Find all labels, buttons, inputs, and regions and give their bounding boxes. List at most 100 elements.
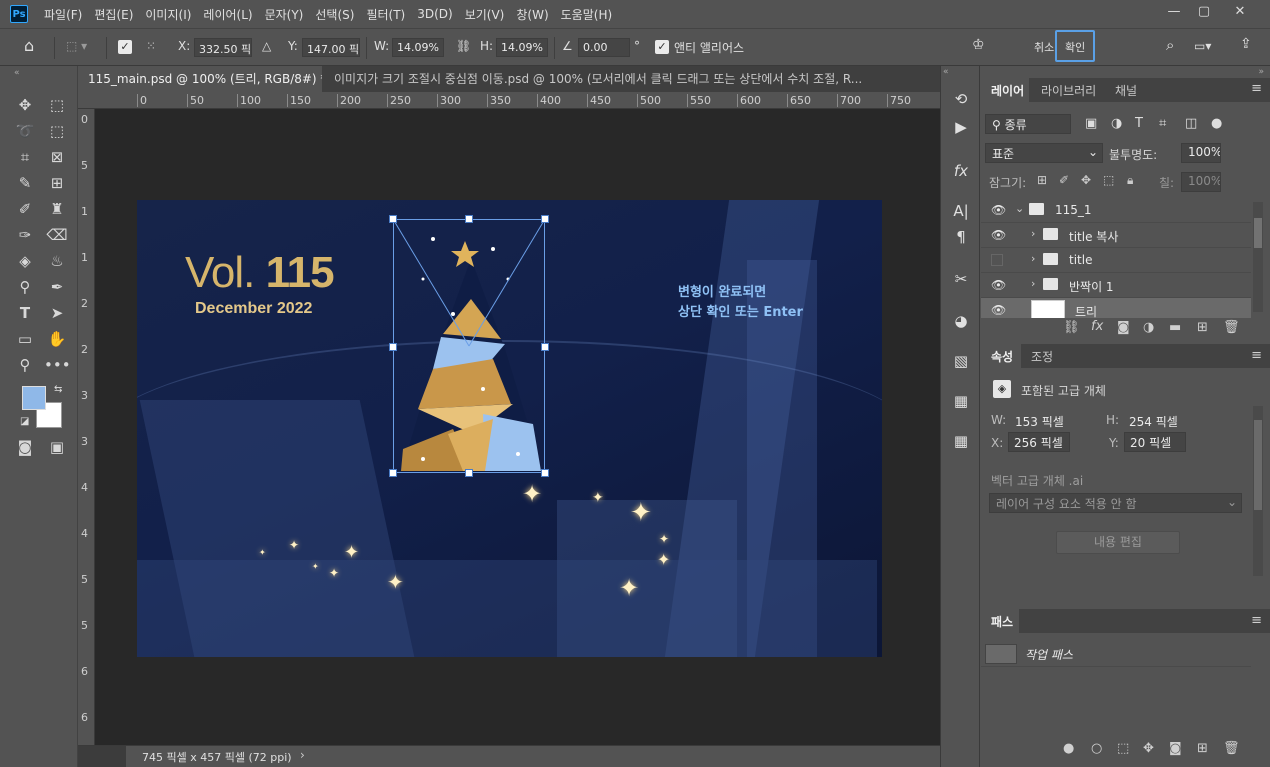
fill-input[interactable]: 100% xyxy=(1181,172,1221,192)
transform-handle[interactable] xyxy=(541,343,549,351)
layer-row-title[interactable]: › title xyxy=(981,248,1251,273)
expand-chevron-icon[interactable]: ⌄ xyxy=(1015,202,1024,215)
quick-mask-icon[interactable]: ◙ xyxy=(12,436,38,458)
lock-artboard-icon[interactable]: ⬚ xyxy=(1103,173,1114,187)
tool-presets-icon[interactable]: ✂ xyxy=(949,268,973,290)
filter-type-icon[interactable]: T xyxy=(1135,116,1143,131)
fill-path-icon[interactable]: ● xyxy=(1063,741,1074,756)
prop-x-input[interactable]: 256 픽셀 xyxy=(1008,432,1070,452)
more-tools-icon[interactable]: ••• xyxy=(44,354,71,376)
brush-tool-icon[interactable]: ✐ xyxy=(12,198,38,220)
zoom-field[interactable] xyxy=(78,746,126,767)
link-icon[interactable]: ⛓ xyxy=(456,39,471,53)
opacity-input[interactable]: 100% xyxy=(1181,143,1221,163)
tab-adjustments[interactable]: 조정 xyxy=(1031,348,1053,365)
properties-scrollbar[interactable] xyxy=(1253,406,1263,576)
layer-row-title-copy[interactable]: 👁︎ › title 복사 xyxy=(981,223,1251,248)
lock-transparent-icon[interactable]: ⊞ xyxy=(1037,173,1047,187)
foreground-color-swatch[interactable] xyxy=(22,386,46,410)
default-colors-icon[interactable]: ◪ xyxy=(20,416,29,427)
menu-file[interactable]: 파일(F) xyxy=(38,6,88,23)
screen-mode-icon[interactable]: ▣ xyxy=(44,436,70,458)
add-style-fx-icon[interactable]: fx xyxy=(1091,319,1103,334)
glyphs-grid-icon[interactable]: ▦ xyxy=(949,430,973,452)
actions-play-icon[interactable]: ▶ xyxy=(949,116,973,138)
status-menu-arrow[interactable]: › xyxy=(300,748,305,762)
tab-layers[interactable]: 레이어 xyxy=(991,82,1024,99)
scrollbar-thumb[interactable] xyxy=(1254,218,1262,248)
eraser-tool-icon[interactable]: ⌫ xyxy=(44,224,70,246)
confirm-transform-button[interactable]: 확인 xyxy=(1065,39,1085,55)
panel-menu-icon[interactable]: ≡ xyxy=(1251,613,1262,628)
search-icon[interactable]: ⌕ xyxy=(1166,36,1174,54)
workspace-icon[interactable]: ▭▾ xyxy=(1194,39,1211,53)
transform-handle[interactable] xyxy=(541,469,549,477)
restore-button[interactable]: ▢ xyxy=(1190,2,1218,22)
menu-3d[interactable]: 3D(D) xyxy=(411,7,458,21)
rotation-input[interactable]: 0.00 xyxy=(578,38,630,57)
menu-image[interactable]: 이미지(I) xyxy=(139,6,197,23)
y-position-input[interactable]: 147.00 픽셀 xyxy=(302,38,360,57)
panel-menu-icon[interactable]: ≡ xyxy=(1251,348,1262,363)
menu-edit[interactable]: 편집(E) xyxy=(88,6,139,23)
paint-bucket-icon[interactable]: ◈ xyxy=(12,250,38,272)
reference-point-checkbox[interactable]: ✓ xyxy=(118,40,132,54)
filter-adjustment-icon[interactable]: ◑ xyxy=(1111,116,1122,131)
layer-row-tree[interactable]: 👁︎ 트리 xyxy=(981,298,1251,318)
stroke-path-icon[interactable]: ○ xyxy=(1091,741,1102,756)
panel-menu-icon[interactable]: ≡ xyxy=(1251,81,1262,96)
layer-filter-select[interactable]: ⚲ 종류 xyxy=(985,114,1071,134)
expand-chevron-icon[interactable]: › xyxy=(1031,252,1035,265)
swatches-palette-icon[interactable]: ◕ xyxy=(949,310,973,332)
collapse-panels-icon[interactable]: » xyxy=(1258,67,1264,77)
menu-select[interactable]: 선택(S) xyxy=(309,6,360,23)
eye-icon[interactable]: 👁︎ xyxy=(991,303,1006,317)
patterns-icon[interactable]: ▦ xyxy=(949,390,973,412)
transform-handle[interactable] xyxy=(465,215,473,223)
marquee-tool-icon[interactable]: ⬚ xyxy=(44,94,70,116)
history-brush-icon[interactable]: ✑ xyxy=(12,224,38,246)
blur-tool-icon[interactable]: ♨ xyxy=(44,250,70,272)
scrollbar-thumb[interactable] xyxy=(1254,420,1262,510)
new-layer-icon[interactable]: ⊞ xyxy=(1197,320,1208,335)
layer-row-115-1[interactable]: 👁︎ ⌄ 115_1 xyxy=(981,198,1251,223)
menu-help[interactable]: 도움말(H) xyxy=(555,6,619,23)
layer-comp-select[interactable]: 레이어 구성 요소 적용 안 함 ⌄ xyxy=(989,493,1242,513)
share-icon[interactable]: ⇪ xyxy=(1240,36,1252,52)
frame-tool-icon[interactable]: ⊠ xyxy=(44,146,70,168)
menu-view[interactable]: 보기(V) xyxy=(459,6,511,23)
height-percent-input[interactable]: 14.09% xyxy=(496,38,548,57)
filter-pixel-icon[interactable]: ▣ xyxy=(1085,116,1097,131)
delete-path-icon[interactable]: 🗑︎ xyxy=(1223,741,1240,756)
history-icon[interactable]: ⟲ xyxy=(949,88,973,110)
puppet-warp-icon[interactable]: ♔ xyxy=(972,37,985,53)
load-selection-icon[interactable]: ⬚ xyxy=(1117,741,1129,756)
filter-toggle-icon[interactable]: ● xyxy=(1211,116,1222,131)
gradients-icon[interactable]: ▧ xyxy=(949,350,973,372)
transform-handle[interactable] xyxy=(541,215,549,223)
tab-channels[interactable]: 채널 xyxy=(1115,82,1137,99)
transform-handle[interactable] xyxy=(389,343,397,351)
expand-panels-icon[interactable]: « xyxy=(943,67,949,77)
tab-115-main[interactable]: 115_main.psd @ 100% (트리, RGB/8#) * × xyxy=(78,66,322,92)
paragraph-icon[interactable]: ¶ xyxy=(949,226,973,248)
eye-icon[interactable]: 👁︎ xyxy=(991,278,1006,292)
menu-type[interactable]: 문자(Y) xyxy=(259,6,310,23)
close-window-button[interactable]: ✕ xyxy=(1226,2,1254,22)
reference-point-grid-icon[interactable]: ⁙ xyxy=(146,39,156,53)
blend-mode-select[interactable]: 표준 ⌄ xyxy=(985,143,1103,163)
lock-all-icon[interactable]: 🔒︎ xyxy=(1127,173,1133,188)
filter-smart-object-icon[interactable]: ◫ xyxy=(1185,116,1197,131)
transform-handle[interactable] xyxy=(389,469,397,477)
minimize-button[interactable]: — xyxy=(1160,2,1188,22)
tab-libraries[interactable]: 라이브러리 xyxy=(1041,82,1096,99)
styles-fx-icon[interactable]: fx xyxy=(949,160,973,182)
menu-filter[interactable]: 필터(T) xyxy=(360,6,411,23)
cancel-transform-button[interactable]: 취소 xyxy=(1034,39,1054,55)
make-work-path-icon[interactable]: ✥ xyxy=(1143,741,1154,756)
healing-tool-icon[interactable]: ⊞ xyxy=(44,172,70,194)
transform-handle[interactable] xyxy=(465,469,473,477)
relative-position-icon[interactable]: △ xyxy=(262,39,271,53)
type-tool-icon[interactable]: T xyxy=(12,302,38,324)
eyedropper-tool-icon[interactable]: ✎ xyxy=(12,172,38,194)
